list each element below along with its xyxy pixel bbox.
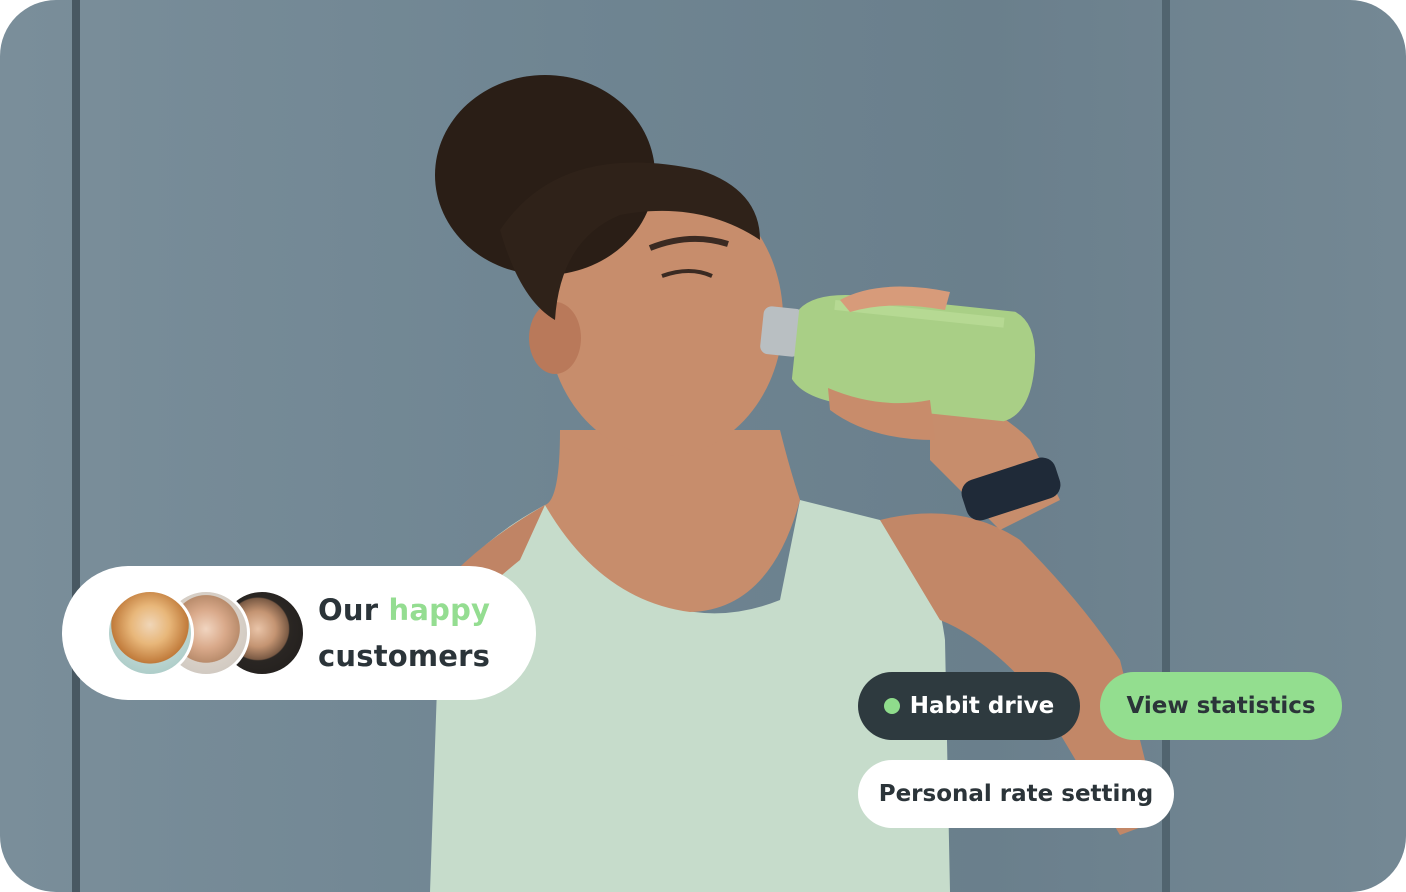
wall-seam-right <box>1162 0 1170 892</box>
wall-panel-shade <box>80 0 120 892</box>
caption-highlight: happy <box>388 593 491 627</box>
wall-seam-left <box>72 0 80 892</box>
caption-prefix: Our <box>318 593 379 627</box>
view-statistics-button[interactable]: View statistics <box>1100 672 1342 740</box>
view-statistics-label: View statistics <box>1126 693 1316 719</box>
habit-drive-label: Habit drive <box>909 693 1055 719</box>
avatar-group <box>106 589 306 677</box>
habit-drive-pill[interactable]: Habit drive <box>858 672 1080 740</box>
avatar <box>106 589 194 677</box>
happy-customers-card: Our happy customers <box>62 566 536 700</box>
hero-illustration <box>72 0 1170 892</box>
customers-caption: Our happy customers <box>318 587 490 679</box>
personal-rate-setting-pill[interactable]: Personal rate setting <box>858 760 1174 828</box>
water-bottle <box>760 294 1035 422</box>
caption-suffix: customers <box>318 639 491 673</box>
personal-rate-setting-label: Personal rate setting <box>878 781 1154 807</box>
hero-photo <box>0 0 1406 892</box>
status-dot-icon <box>883 698 900 714</box>
